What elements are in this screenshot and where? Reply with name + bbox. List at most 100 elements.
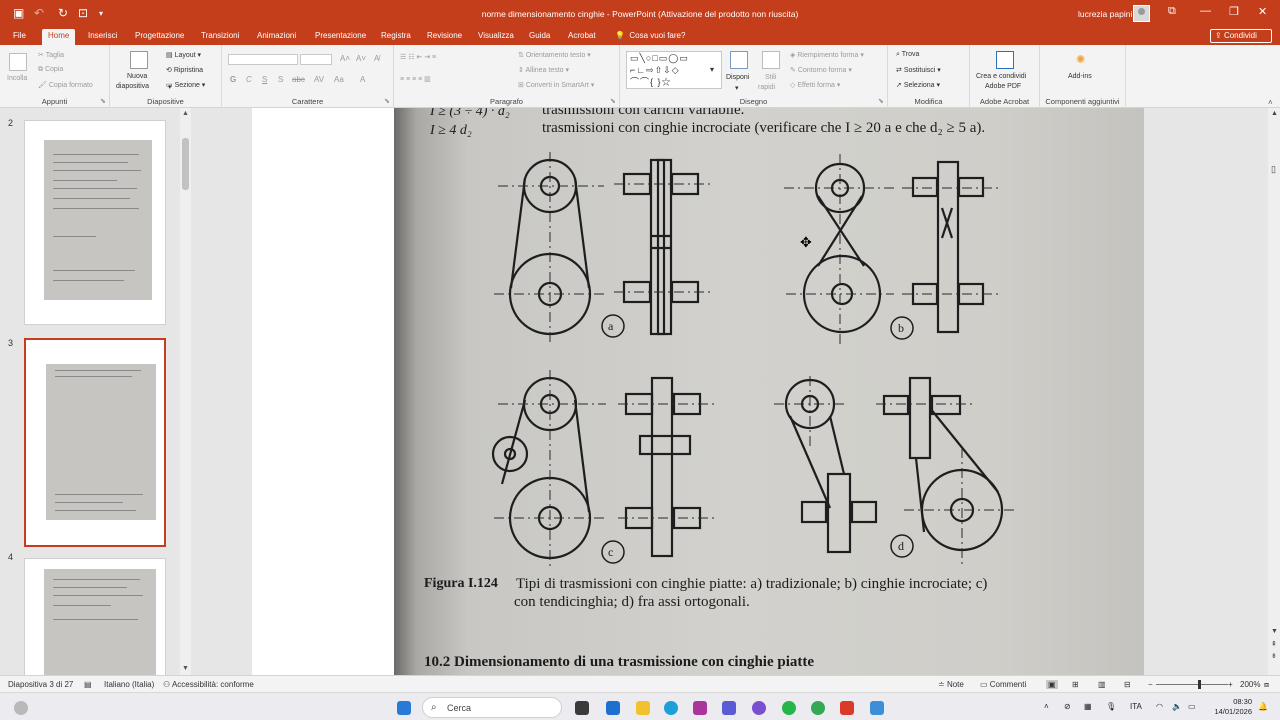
decrease-font-icon[interactable]: A˅ bbox=[356, 54, 366, 63]
zoom-out-icon[interactable]: − bbox=[1148, 680, 1153, 689]
tab-revisione[interactable]: Revisione bbox=[427, 31, 462, 40]
input-language[interactable]: ITA bbox=[1130, 702, 1142, 711]
quick-styles-button[interactable]: Stili bbox=[765, 74, 776, 81]
addins-icon[interactable]: ✺ bbox=[1076, 53, 1085, 66]
task-view-icon[interactable] bbox=[575, 701, 589, 715]
zoom-in-icon[interactable]: + bbox=[1228, 680, 1233, 689]
share-button[interactable]: ⇪ Condividi bbox=[1210, 29, 1272, 43]
accessibility-button[interactable]: ⚇ Accessibilità: conforme bbox=[163, 680, 254, 689]
tab-registra[interactable]: Registra bbox=[381, 31, 411, 40]
scroll-down-icon[interactable]: ▼ bbox=[182, 665, 189, 672]
slide-thumbnail-panel[interactable]: 2 3 4 bbox=[0, 108, 192, 689]
scroll-up-icon[interactable]: ▲ bbox=[182, 110, 189, 117]
shape-effects-button[interactable]: ◇ Effetti forma ▾ bbox=[790, 81, 840, 89]
avatar[interactable] bbox=[1133, 5, 1150, 22]
store-icon[interactable] bbox=[606, 701, 620, 715]
layout-button[interactable]: ▤ Layout ▾ bbox=[166, 51, 201, 59]
notifications-icon[interactable]: 🔔 bbox=[1258, 702, 1268, 711]
slideshow-icon[interactable]: ⊟ bbox=[1124, 680, 1131, 689]
tab-animazioni[interactable]: Animazioni bbox=[257, 31, 296, 40]
text-direction-button[interactable]: ⇅ Orientamento testo ▾ bbox=[518, 51, 591, 59]
bold-icon[interactable]: G bbox=[230, 75, 236, 84]
scrollbar-thumb[interactable] bbox=[182, 138, 189, 190]
new-slide-button-line2[interactable]: diapositiva bbox=[116, 83, 149, 90]
increase-font-icon[interactable]: A˄ bbox=[340, 54, 350, 63]
shape-outline-button[interactable]: ✎ Contorno forma ▾ bbox=[790, 66, 852, 74]
edge-icon[interactable] bbox=[664, 701, 678, 715]
scanned-page-image[interactable]: I ≥ (3 ÷ 4) · d₂ I ≥ 4 d₂ trasmissioni c… bbox=[394, 108, 1144, 675]
zoom-slider[interactable] bbox=[1156, 684, 1228, 685]
format-painter-button[interactable]: 🖌 Copia formato bbox=[38, 81, 93, 89]
widgets-icon[interactable] bbox=[14, 701, 28, 715]
notes-button[interactable]: ≐ Note bbox=[938, 680, 964, 689]
addins-button[interactable]: Add-ins bbox=[1068, 73, 1092, 80]
chevron-down-icon[interactable]: ▾ bbox=[735, 84, 739, 92]
app-icon[interactable] bbox=[870, 701, 884, 715]
shapes-gallery[interactable]: ▭╲○□▭◯▭ ⌐∟⇨⇧⇩◇ ⌒⌒{ }☆ bbox=[626, 51, 722, 89]
zoom-slider-handle[interactable] bbox=[1198, 680, 1201, 689]
arrange-icon[interactable] bbox=[730, 51, 748, 69]
cut-button[interactable]: ✂ Taglia bbox=[38, 51, 64, 59]
tab-visualizza[interactable]: Visualizza bbox=[478, 31, 514, 40]
reading-view-icon[interactable]: ▥ bbox=[1098, 680, 1106, 689]
tab-inserisci[interactable]: Inserisci bbox=[88, 31, 117, 40]
tab-acrobat[interactable]: Acrobat bbox=[568, 31, 596, 40]
tell-me-search[interactable]: 💡 Cosa vuoi fare? bbox=[615, 31, 685, 40]
copy-button[interactable]: ⧉ Copia bbox=[38, 66, 63, 74]
tab-home[interactable]: Home bbox=[42, 29, 76, 45]
dialog-launcher-icon[interactable]: ⬊ bbox=[384, 97, 390, 105]
reset-button[interactable]: ⟲ Ripristina bbox=[166, 66, 203, 74]
create-pdf-button[interactable]: Crea e condividi bbox=[976, 73, 1026, 80]
volume-icon[interactable]: 🔈 bbox=[1172, 702, 1182, 711]
scroll-down-icon[interactable]: ▼ bbox=[1271, 628, 1278, 635]
windows-start-icon[interactable] bbox=[397, 701, 411, 715]
app-icon[interactable] bbox=[752, 701, 766, 715]
new-slide-button[interactable]: Nuova bbox=[127, 73, 147, 80]
tab-file[interactable]: File bbox=[13, 31, 26, 40]
scroll-up-icon[interactable]: ▲ bbox=[1271, 110, 1278, 117]
zoom-level[interactable]: 200% bbox=[1240, 680, 1260, 689]
font-size-box[interactable] bbox=[300, 54, 332, 65]
tab-progettazione[interactable]: Progettazione bbox=[135, 31, 184, 40]
strikethrough-icon[interactable]: abc bbox=[292, 75, 305, 84]
wifi-icon[interactable]: ◠ bbox=[1156, 702, 1163, 711]
arrange-button[interactable]: Disponi bbox=[726, 74, 749, 81]
new-slide-icon[interactable] bbox=[130, 51, 148, 69]
shadow-icon[interactable]: S bbox=[278, 75, 283, 84]
next-slide-icon[interactable]: ⇟ bbox=[1271, 652, 1277, 660]
slide-editor[interactable]: I ≥ (3 ÷ 4) · d₂ I ≥ 4 d₂ trasmissioni c… bbox=[192, 108, 1268, 675]
taskbar-clock[interactable]: 08:30 14/01/2026 bbox=[1208, 697, 1252, 717]
find-button[interactable]: ⌕ Trova bbox=[896, 51, 919, 59]
taskbar-search[interactable]: ⌕ Cerca bbox=[422, 697, 562, 718]
spacing-icon[interactable]: AV bbox=[314, 75, 324, 84]
battery-icon[interactable]: ▭ bbox=[1188, 702, 1196, 711]
fit-slide-icon[interactable]: ⧈ bbox=[1264, 680, 1269, 690]
slide-thumbnail-4[interactable] bbox=[24, 558, 166, 689]
whatsapp-icon[interactable] bbox=[782, 701, 796, 715]
underline-icon[interactable]: S bbox=[262, 75, 267, 84]
ribbon-display-icon[interactable]: ⧉ bbox=[1168, 5, 1176, 18]
user-name[interactable]: lucrezia papini bbox=[1078, 9, 1132, 19]
select-button[interactable]: ➚ Seleziona ▾ bbox=[896, 81, 940, 89]
gallery-more-icon[interactable]: ▾ bbox=[710, 65, 714, 74]
collapse-ribbon-icon[interactable]: ˄ bbox=[1268, 98, 1273, 107]
tab-transizioni[interactable]: Transizioni bbox=[201, 31, 239, 40]
clear-formatting-icon[interactable]: A̸ bbox=[374, 54, 379, 63]
tab-presentazione[interactable]: Presentazione bbox=[315, 31, 366, 40]
paste-icon[interactable] bbox=[9, 53, 27, 71]
font-color-icon[interactable]: A bbox=[360, 75, 365, 84]
tray-overflow-icon[interactable]: ˄ bbox=[1044, 702, 1049, 711]
slide-scrollbar[interactable]: ▲ ▯ ▼ ⇞ ⇟ bbox=[1268, 108, 1280, 675]
replace-button[interactable]: ⇄ Sostituisci ▾ bbox=[896, 66, 941, 74]
chrome-icon[interactable] bbox=[811, 701, 825, 715]
slide-sorter-icon[interactable]: ⊞ bbox=[1072, 680, 1079, 689]
close-icon[interactable]: ✕ bbox=[1258, 5, 1267, 18]
tray-icon[interactable]: ▦ bbox=[1084, 702, 1092, 711]
previous-slide-icon[interactable]: ⇞ bbox=[1271, 640, 1277, 648]
tab-guida[interactable]: Guida bbox=[529, 31, 550, 40]
thumbnail-scrollbar[interactable]: ▲ ▼ bbox=[180, 108, 191, 675]
normal-view-icon[interactable]: ▣ bbox=[1046, 680, 1058, 689]
pdf-icon[interactable] bbox=[996, 51, 1014, 69]
italic-icon[interactable]: C bbox=[246, 75, 252, 84]
app-icon[interactable] bbox=[693, 701, 707, 715]
